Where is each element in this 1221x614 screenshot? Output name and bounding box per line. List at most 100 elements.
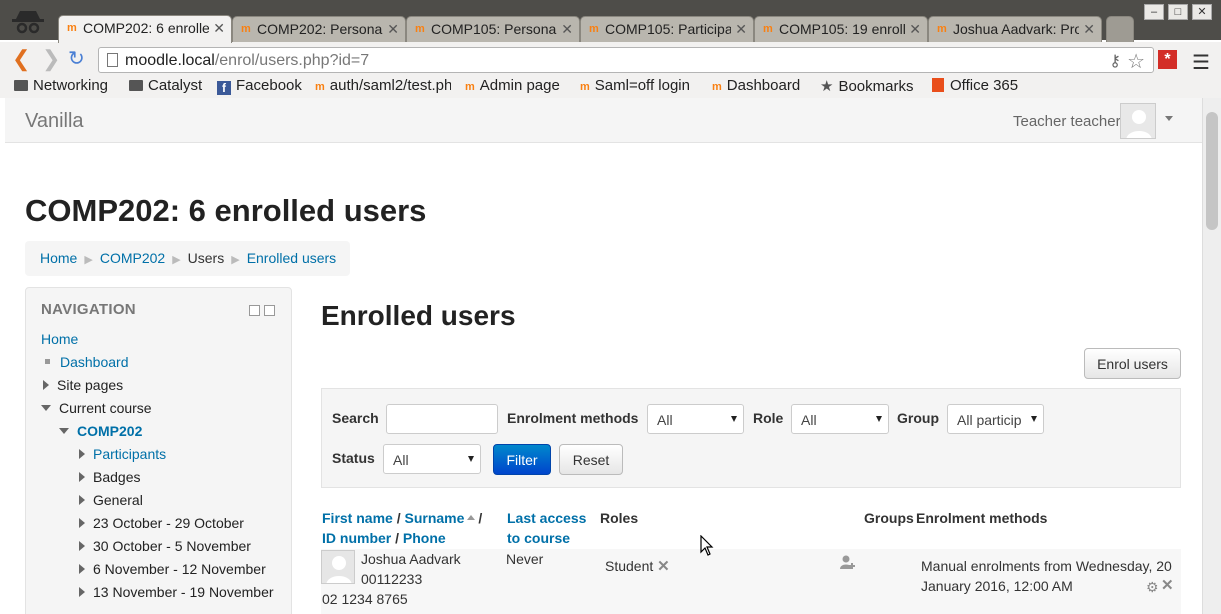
close-icon[interactable]: ✕ [1192,4,1212,20]
sort-surname-link[interactable]: Surname [404,510,464,526]
status-select[interactable]: All [383,444,481,474]
moodle-icon: m [315,81,325,93]
bookmark-dashboard[interactable]: m Dashboard [712,77,800,94]
lastpass-icon[interactable]: * [1158,50,1177,69]
bookmark-admin-page[interactable]: m Admin page [465,77,560,94]
tab-comp105-personal[interactable]: m COMP105: Personal ✕ [406,16,580,42]
menu-icon[interactable]: ☰ [1192,50,1210,75]
nav-item-general[interactable]: General [79,492,143,508]
breadcrumb-course[interactable]: COMP202 [100,250,165,266]
nav-item-dashboard[interactable]: Dashboard [43,354,129,370]
reload-icon[interactable]: ↻ [68,48,85,70]
filter-form: Search Enrolment methods All Role All Gr… [321,388,1181,488]
tab-close-icon[interactable]: ✕ [561,21,573,38]
bookmark-office365[interactable]: Office 365 [932,77,1018,94]
dock-block-icon[interactable] [249,305,260,316]
minimize-icon[interactable]: ‒ [1144,4,1164,20]
sort-first-name-link[interactable]: First name [322,510,393,526]
nav-item-week[interactable]: 6 November - 12 November [79,561,266,577]
site-brand[interactable]: Vanilla [25,110,84,133]
page-scrollbar[interactable] [1202,98,1221,614]
sort-phone-link[interactable]: Phone [403,530,446,546]
table-header-last-access[interactable]: Last access to course [507,508,586,548]
user-id-number: 00112233 [361,571,423,587]
tab-close-icon[interactable]: ✕ [735,21,747,38]
add-group-icon[interactable] [840,554,856,575]
unenrol-icon[interactable]: ✕ [1161,576,1174,596]
scrollbar-thumb[interactable] [1206,112,1218,230]
tab-close-icon[interactable]: ✕ [909,21,921,38]
expand-arrow-icon [79,541,85,551]
bookmark-facebook[interactable]: f Facebook [217,77,302,95]
tab-comp105-participants[interactable]: m COMP105: Participants ✕ [580,16,754,42]
bookmark-bookmarks[interactable]: ★ Bookmarks [820,77,913,95]
search-input[interactable] [386,404,498,434]
expand-arrow-icon [79,449,85,459]
sort-id-number-link[interactable]: ID number [322,530,391,546]
nav-item-week[interactable]: 23 October - 29 October [79,515,244,531]
tab-comp105-enrolled[interactable]: m COMP105: 19 enrolled users ✕ [754,16,928,42]
folder-icon [129,80,143,91]
remove-role-icon[interactable]: ✕ [657,558,670,575]
maximize-icon[interactable]: □ [1168,4,1188,20]
tab-comp202-personal[interactable]: m COMP202: Personal ✕ [232,16,406,42]
address-bar[interactable]: moodle.local/enrol/users.php?id=7 ⚷ ☆ [98,47,1154,73]
moodle-icon: m [241,23,251,35]
table-header-name: First name / Surname / ID number / Phone [322,510,483,546]
avatar[interactable] [1120,103,1156,139]
breadcrumb-enrolled-users[interactable]: Enrolled users [247,250,337,266]
bookmark-saml-off[interactable]: m Saml=off login [580,77,690,94]
nav-item-participants[interactable]: Participants [79,446,166,462]
moodle-icon: m [589,23,599,35]
tab-comp202-enrolled[interactable]: m COMP202: 6 enrolled users ✕ [58,15,232,43]
forward-icon[interactable]: ❯ [42,48,60,70]
tab-joshua-profile[interactable]: m Joshua Aadvark: Profile ✕ [928,16,1102,42]
tab-close-icon[interactable]: ✕ [387,21,399,38]
nav-item-week[interactable]: 13 November - 19 November [79,584,274,600]
new-tab-button[interactable] [1106,16,1134,42]
user-full-name[interactable]: Joshua Aadvark [361,549,461,569]
breadcrumb-home[interactable]: Home [40,250,77,266]
bookmark-networking[interactable]: Networking [14,77,108,94]
group-select[interactable]: All participants [947,404,1044,434]
moodle-icon: m [712,81,722,93]
role-label: Role [753,410,784,426]
tab-close-icon[interactable]: ✕ [1083,21,1095,38]
edit-enrolment-icon[interactable]: ⚙ [1146,577,1159,597]
browser-tab-strip: m COMP202: 6 enrolled users ✕ m COMP202:… [0,0,1221,43]
expand-arrow-icon [79,495,85,505]
user-avatar[interactable] [321,550,355,584]
moodle-icon: m [580,81,590,93]
enrolment-method-text-line1: Manual enrolments from Wednesday, 20 [921,558,1172,574]
moodle-icon: m [937,23,947,35]
moodle-icon: m [415,23,425,35]
enrolment-methods-label: Enrolment methods [507,410,639,426]
reset-button[interactable]: Reset [559,444,623,475]
tab-close-icon[interactable]: ✕ [213,20,225,37]
key-icon[interactable]: ⚷ [1109,51,1121,71]
nav-item-badges[interactable]: Badges [79,469,140,485]
nav-item-week[interactable]: 30 October - 5 November [79,538,251,554]
bookmark-catalyst[interactable]: Catalyst [129,77,202,94]
enrol-users-button[interactable]: Enrol users [1084,348,1181,379]
nav-item-current-course[interactable]: Current course [41,400,152,416]
role-select[interactable]: All [791,404,889,434]
bullet-icon [45,359,50,364]
bookmarks-bar: Networking Catalyst f Facebook m auth/saml… [0,76,1221,98]
section-heading: Enrolled users [321,300,516,331]
enrolment-methods-select[interactable]: All [647,404,744,434]
filter-button[interactable]: Filter [493,444,551,475]
user-avatar-icon [1126,110,1152,138]
user-menu-caret-icon[interactable] [1165,116,1173,121]
collapse-block-icon[interactable] [264,305,275,316]
back-icon[interactable]: ❮ [12,48,30,70]
nav-item-home[interactable]: Home [41,331,78,347]
bookmark-saml-test[interactable]: m auth/saml2/test.php [315,77,451,94]
user-menu-name[interactable]: Teacher teacher [1013,113,1121,130]
table-header-enrolment-methods: Enrolment methods [916,510,1048,526]
nav-item-comp202[interactable]: COMP202 [59,423,142,439]
bookmark-star-icon[interactable]: ☆ [1127,49,1145,74]
user-phone: 02 1234 8765 [322,591,408,607]
nav-item-site-pages[interactable]: Site pages [43,377,123,393]
expand-arrow-icon [79,518,85,528]
